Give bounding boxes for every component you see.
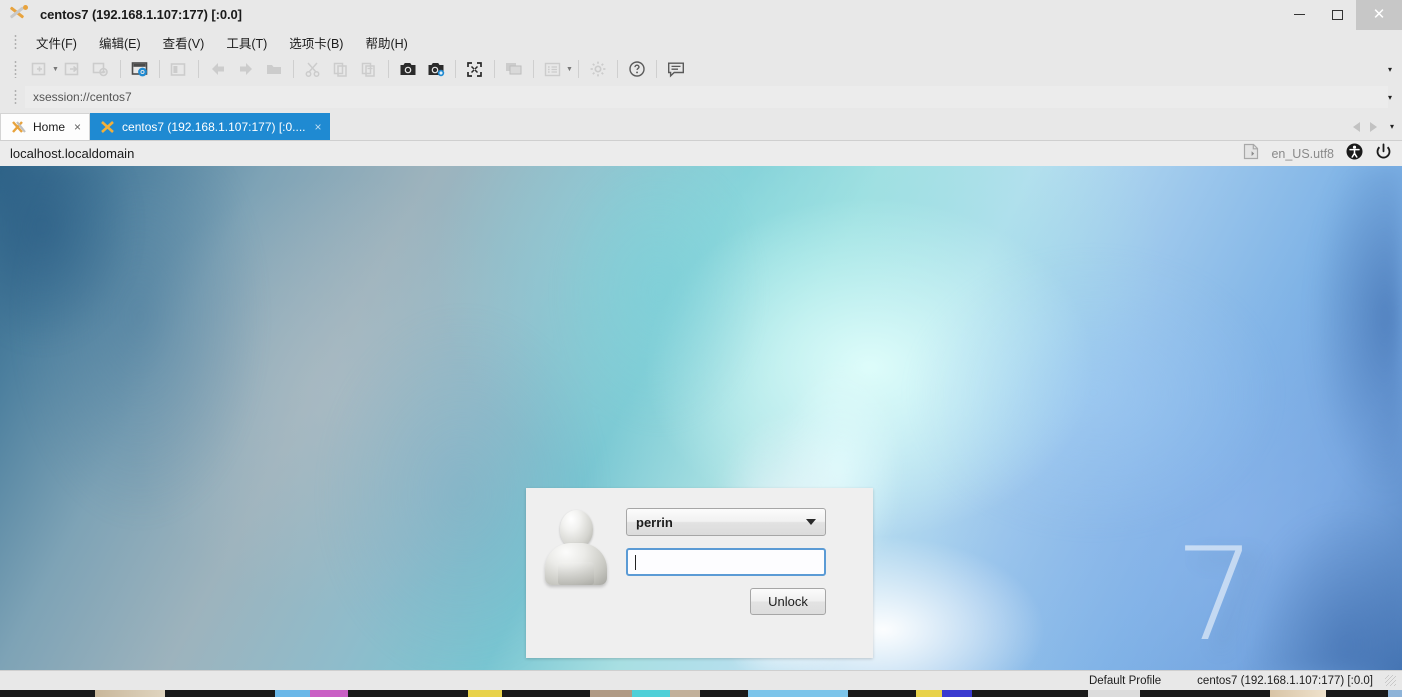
cut-icon[interactable]	[302, 58, 324, 80]
forward-icon[interactable]	[235, 58, 257, 80]
multiexec-icon[interactable]	[503, 58, 525, 80]
status-bar: Default Profile centos7 (192.168.1.107:1…	[0, 670, 1402, 690]
minimize-button[interactable]	[1280, 0, 1318, 30]
mobaxterm-x-icon	[11, 120, 27, 134]
session-hostname: localhost.localdomain	[10, 146, 135, 161]
wallpaper-watermark: 7	[1174, 521, 1256, 670]
toolbar-separator	[655, 60, 657, 78]
unlock-form: perrin Unlock	[626, 488, 826, 615]
new-session-caret-icon[interactable]: ▼	[52, 66, 59, 73]
status-profile: Default Profile	[1088, 674, 1162, 687]
toolbar-separator	[577, 60, 579, 78]
list-view-caret-icon[interactable]: ▼	[566, 66, 573, 73]
open-session-icon[interactable]	[62, 58, 84, 80]
maximize-button[interactable]	[1318, 0, 1356, 30]
session-settings-icon[interactable]	[129, 58, 151, 80]
address-overflow-caret-icon[interactable]: ▾	[1388, 93, 1392, 102]
menu-edit[interactable]: 编辑(E)	[88, 31, 152, 54]
comment-icon[interactable]	[665, 58, 687, 80]
copy-icon[interactable]	[330, 58, 352, 80]
screenshot-add-icon[interactable]	[425, 58, 447, 80]
remote-desktop[interactable]: 7 perrin Unlock	[0, 166, 1402, 670]
user-avatar-icon	[544, 510, 608, 586]
resize-grip[interactable]	[1385, 675, 1396, 686]
toolbar-separator	[292, 60, 294, 78]
toolbar-separator	[493, 60, 495, 78]
menu-help[interactable]: 帮助(H)	[354, 31, 418, 54]
prev-tab-arrow-icon[interactable]	[1352, 121, 1360, 132]
back-icon[interactable]	[207, 58, 229, 80]
new-session-icon[interactable]	[28, 58, 50, 80]
menu-view[interactable]: 查看(V)	[152, 31, 216, 54]
toolbar: ▼ ▼ ▾	[0, 54, 1402, 84]
keyboard-layout-icon[interactable]	[1243, 143, 1259, 165]
help-icon[interactable]	[626, 58, 648, 80]
menu-tools[interactable]: 工具(T)	[215, 31, 278, 54]
unlock-button[interactable]: Unlock	[750, 588, 826, 615]
split-view-icon[interactable]	[168, 58, 190, 80]
close-session-icon[interactable]	[90, 58, 112, 80]
address-drag-grip[interactable]	[14, 89, 17, 105]
mobaxterm-x-icon	[6, 4, 32, 26]
menu-drag-grip[interactable]	[14, 34, 17, 50]
tab-navigation: ▾	[1348, 113, 1402, 140]
tab-list-caret-icon[interactable]: ▾	[1390, 122, 1394, 131]
window-controls: ✕	[1280, 0, 1402, 30]
tab-home-label: Home	[33, 120, 66, 134]
mobaxterm-window: centos7 (192.168.1.107:177) [:0.0] ✕ 文件(…	[0, 0, 1402, 697]
user-avatar	[526, 488, 626, 586]
chevron-down-icon	[806, 519, 816, 525]
menu-tabs[interactable]: 选项卡(B)	[278, 31, 354, 54]
toolbar-separator	[119, 60, 121, 78]
tab-centos7-close-icon[interactable]: ×	[315, 120, 322, 134]
list-view-icon[interactable]	[542, 58, 564, 80]
next-tab-arrow-icon[interactable]	[1369, 121, 1377, 132]
tab-centos7[interactable]: centos7 (192.168.1.107:177) [:0.... ×	[90, 113, 330, 140]
screenshot-icon[interactable]	[397, 58, 419, 80]
toolbar-drag-grip[interactable]	[14, 60, 17, 78]
close-icon: ✕	[1372, 5, 1386, 23]
password-input[interactable]	[626, 548, 826, 576]
menu-file[interactable]: 文件(F)	[25, 31, 88, 54]
menu-bar: 文件(F) 编辑(E) 查看(V) 工具(T) 选项卡(B) 帮助(H)	[0, 30, 1402, 54]
accessibility-icon[interactable]	[1346, 143, 1363, 165]
status-session: centos7 (192.168.1.107:177) [:0.0]	[1197, 674, 1373, 687]
toolbar-separator	[158, 60, 160, 78]
username-value: perrin	[636, 514, 673, 530]
host-taskbar-sliver	[0, 690, 1402, 697]
toolbar-separator	[387, 60, 389, 78]
paste-icon[interactable]	[358, 58, 380, 80]
username-dropdown[interactable]: perrin	[626, 508, 826, 536]
toolbar-separator	[197, 60, 199, 78]
title-bar: centos7 (192.168.1.107:177) [:0.0] ✕	[0, 0, 1402, 30]
text-cursor	[635, 554, 636, 570]
toolbar-overflow-caret-icon[interactable]: ▾	[1388, 65, 1392, 74]
tab-centos7-label: centos7 (192.168.1.107:177) [:0....	[122, 119, 306, 134]
unlock-dialog: perrin Unlock	[526, 488, 873, 658]
tab-home-close-icon[interactable]: ×	[74, 120, 81, 134]
toolbar-separator	[454, 60, 456, 78]
address-input[interactable]: xsession://centos7	[25, 86, 1388, 108]
fullscreen-icon[interactable]	[464, 58, 486, 80]
x-server-icon	[100, 120, 116, 134]
toolbar-separator	[532, 60, 534, 78]
power-icon[interactable]	[1375, 143, 1392, 165]
address-bar: xsession://centos7 ▾	[0, 84, 1402, 110]
tab-bar: Home × centos7 (192.168.1.107:177) [:0..…	[0, 110, 1402, 140]
session-locale: en_US.utf8	[1271, 146, 1334, 161]
tab-home[interactable]: Home ×	[0, 113, 91, 140]
toolbar-separator	[616, 60, 618, 78]
window-title: centos7 (192.168.1.107:177) [:0.0]	[40, 7, 242, 22]
settings-gear-icon[interactable]	[587, 58, 609, 80]
folder-icon[interactable]	[263, 58, 285, 80]
close-button[interactable]: ✕	[1356, 0, 1402, 30]
session-header-bar: localhost.localdomain en_US.utf8	[0, 140, 1402, 166]
